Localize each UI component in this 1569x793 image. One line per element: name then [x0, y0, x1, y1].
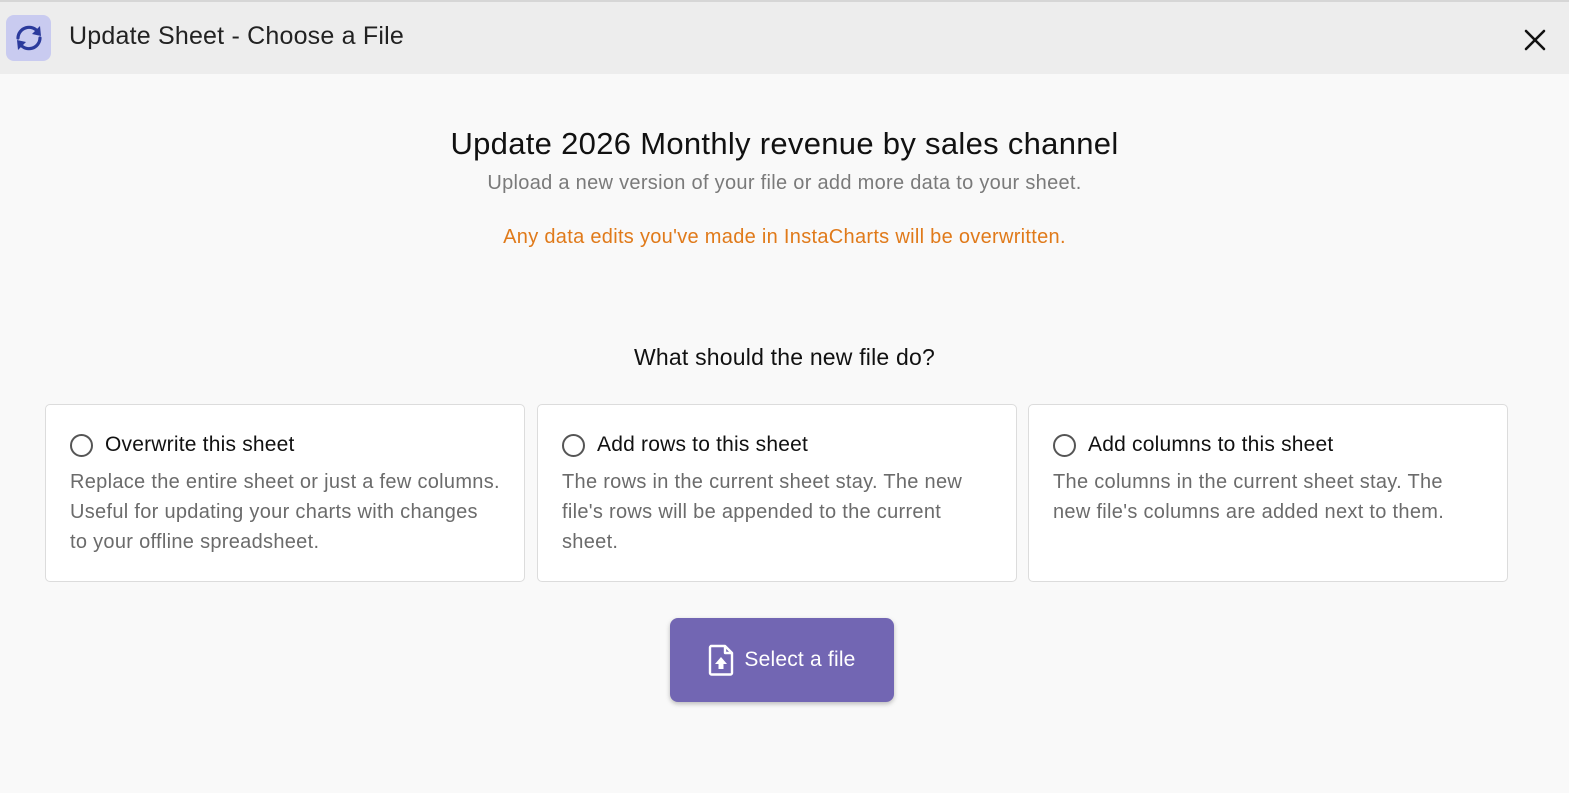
- page-subtitle: Upload a new version of your file or add…: [487, 172, 1082, 194]
- dialog-title: Update Sheet - Choose a File: [69, 22, 404, 50]
- overwrite-warning: Any data edits you've made in InstaChart…: [503, 226, 1066, 248]
- option-description: The rows in the current sheet stay. The …: [562, 471, 963, 553]
- option-add-rows[interactable]: Add rows to this sheet The rows in the c…: [537, 404, 1017, 582]
- page-title: Update 2026 Monthly revenue by sales cha…: [450, 126, 1119, 161]
- close-icon: [1524, 29, 1546, 51]
- option-title: Add rows to this sheet: [597, 433, 809, 456]
- refresh-icon: [6, 15, 51, 61]
- option-add-columns[interactable]: Add columns to this sheet The columns in…: [1028, 404, 1508, 582]
- option-overwrite-sheet[interactable]: Overwrite this sheet Replace the entire …: [45, 404, 525, 582]
- file-upload-icon: [708, 644, 734, 676]
- option-title: Overwrite this sheet: [105, 433, 295, 456]
- close-button[interactable]: [1518, 23, 1552, 57]
- option-question: What should the new file do?: [634, 344, 935, 370]
- radio-overwrite[interactable]: [70, 433, 93, 457]
- option-description: Replace the entire sheet or just a few c…: [70, 471, 500, 553]
- option-description: The columns in the current sheet stay. T…: [1053, 471, 1445, 523]
- radio-add-columns[interactable]: [1053, 433, 1076, 457]
- dialog-header: Update Sheet - Choose a File: [0, 2, 1569, 74]
- select-file-label: Select a file: [744, 648, 856, 671]
- radio-add-rows[interactable]: [562, 433, 585, 457]
- option-title: Add columns to this sheet: [1088, 433, 1334, 456]
- select-file-button[interactable]: Select a file: [670, 618, 894, 702]
